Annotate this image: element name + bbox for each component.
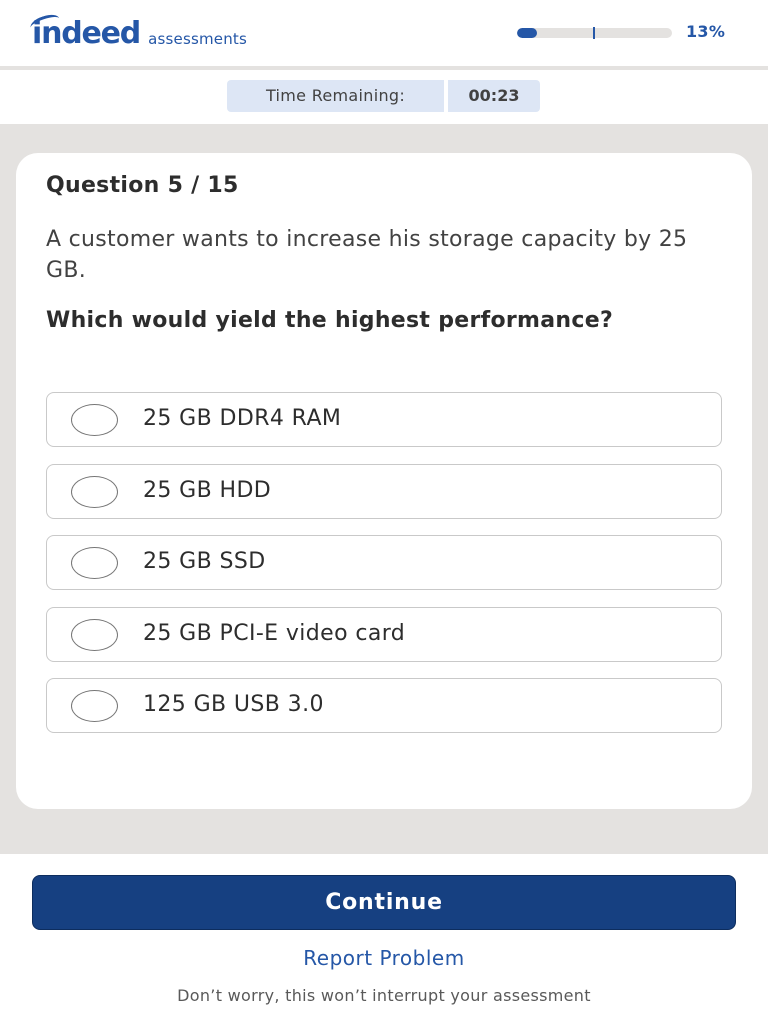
question-prompt: Which would yield the highest performanc…	[46, 308, 614, 333]
header: indeed assessments 13%	[0, 0, 768, 66]
logo-subtext: assessments	[148, 30, 248, 48]
answer-option-label: 25 GB HDD	[143, 477, 272, 503]
question-text: A customer wants to increase his storage…	[46, 227, 688, 283]
answer-option[interactable]: 125 GB USB 3.0	[46, 678, 722, 733]
answer-option-label: 125 GB USB 3.0	[143, 692, 324, 717]
radio-button-icon[interactable]	[71, 475, 118, 508]
reassurance-text: Don’t worry, this won’t interrupt your a…	[177, 986, 591, 1005]
report-problem-link[interactable]: Report Problem	[0, 946, 768, 970]
radio-button-icon[interactable]	[71, 547, 118, 579]
answer-option-label: 25 GB SSD	[143, 549, 266, 574]
logo-wordmark: indeed	[28, 11, 141, 54]
radio-button-icon[interactable]	[71, 690, 118, 722]
indeed-logo[interactable]: indeed assessments	[28, 11, 248, 54]
answer-option-label: 25 GB PCI-E video card	[143, 620, 406, 646]
progress-marker	[593, 27, 595, 39]
answer-option[interactable]: 25 GB DDR4 RAM	[46, 392, 722, 447]
time-remaining-label: Time Remaining:	[227, 80, 444, 112]
answer-option[interactable]: 25 GB PCI-E video card	[46, 606, 722, 662]
progress-bar-fill	[517, 28, 538, 38]
answer-options: 25 GB DDR4 RAM 25 GB HDD 25 GB SSD 25 GB…	[46, 392, 722, 750]
question-number: Question 5 / 15	[46, 173, 239, 198]
time-remaining-value: 00:23	[448, 80, 540, 112]
progress-percent: 13%	[686, 22, 726, 41]
radio-button-icon[interactable]	[71, 618, 118, 651]
continue-button[interactable]: Continue	[32, 875, 736, 930]
answer-option[interactable]: 25 GB HDD	[46, 463, 722, 519]
answer-option-label: 25 GB DDR4 RAM	[143, 406, 342, 431]
answer-option[interactable]: 25 GB SSD	[46, 535, 722, 590]
radio-button-icon[interactable]	[71, 404, 118, 436]
